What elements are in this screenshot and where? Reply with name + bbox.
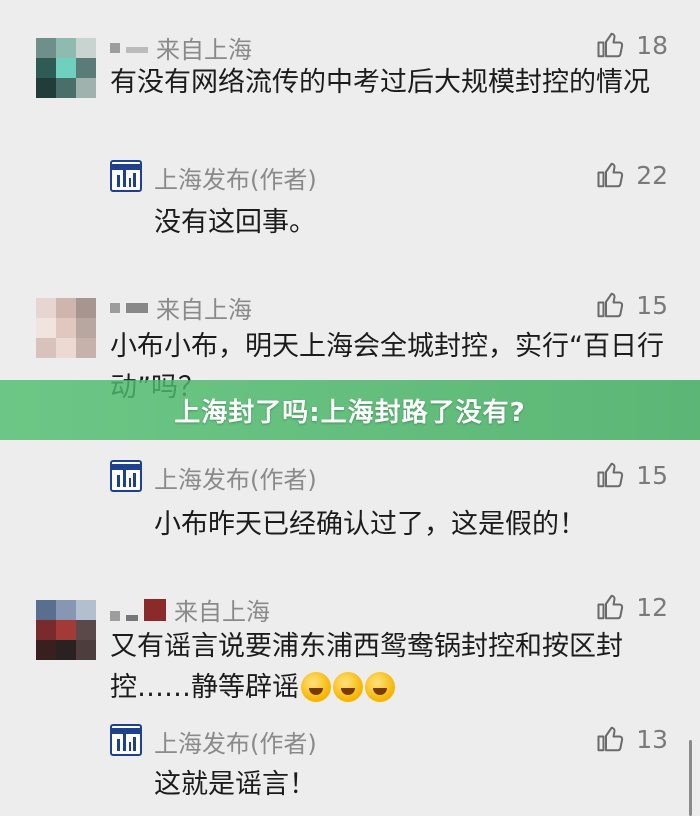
shanghai-fabu-logo-icon[interactable] — [110, 724, 142, 756]
thumbs-up-icon — [597, 594, 624, 620]
location-label: 来自上海 — [174, 598, 270, 626]
avatar[interactable] — [36, 38, 96, 98]
thumbs-up-icon — [597, 726, 624, 752]
reply-like-count: 13 — [636, 724, 668, 754]
avatar[interactable] — [36, 298, 96, 358]
comment-text: 有没有网络流传的中考过后大规模封控的情况 — [110, 67, 650, 98]
comment-3: 来自上海 12 又有谣言说要浦东浦西鸳鸯锅封控和按区封控……静等辟谣 上海发布(… — [0, 562, 700, 816]
crying-laughing-emoji-icon — [365, 672, 395, 702]
blurred-username[interactable] — [110, 42, 148, 53]
comment-text: 又有谣言说要浦东浦西鸳鸯锅封控和按区封控……静等辟谣 — [110, 626, 670, 708]
thumbs-up-icon — [597, 162, 624, 188]
blurred-username[interactable] — [110, 302, 148, 313]
reply-text: 小布昨天已经确认过了，这是假的！ — [154, 509, 586, 540]
blurred-username[interactable] — [110, 598, 166, 621]
thumbs-up-icon — [597, 292, 624, 318]
like-button[interactable]: 12 — [596, 592, 668, 622]
like-count: 15 — [636, 290, 668, 320]
like-button[interactable]: 15 — [596, 290, 668, 320]
reply-text: 没有这回事。 — [154, 207, 316, 238]
thumbs-up-icon — [597, 462, 624, 488]
crying-laughing-emoji-icon — [301, 672, 331, 702]
thumbs-up-icon — [597, 32, 624, 58]
reply-like-button[interactable]: 15 — [596, 460, 668, 490]
scrollbar[interactable] — [689, 740, 692, 816]
reply-like-button[interactable]: 22 — [596, 160, 668, 190]
title-banner: 上海封了吗:上海封路了没有? — [0, 380, 700, 440]
location-label: 来自上海 — [156, 296, 252, 324]
comment-1: 来自上海 18 有没有网络流传的中考过后大规模封控的情况 上海发布(作者) 22… — [0, 0, 700, 250]
reply-like-count: 15 — [636, 460, 668, 490]
commenter-name-row: 来自上海 — [110, 592, 270, 627]
reply-text: 这就是谣言！ — [154, 769, 316, 800]
reply-author[interactable]: 上海发布(作者) — [154, 724, 317, 759]
banner-text: 上海封了吗:上海封路了没有? — [174, 397, 526, 428]
shanghai-fabu-logo-icon[interactable] — [110, 160, 142, 192]
like-count: 18 — [636, 30, 668, 60]
avatar[interactable] — [36, 600, 96, 660]
reply-author[interactable]: 上海发布(作者) — [154, 160, 317, 195]
reply-like-count: 22 — [636, 160, 668, 190]
commenter-name-row: 来自上海 — [110, 290, 252, 325]
reply-author[interactable]: 上海发布(作者) — [154, 460, 317, 495]
like-button[interactable]: 18 — [596, 30, 668, 60]
reply-like-button[interactable]: 13 — [596, 724, 668, 754]
commenter-name-row: 来自上海 — [110, 30, 252, 65]
like-count: 12 — [636, 592, 668, 622]
crying-laughing-emoji-icon — [333, 672, 363, 702]
location-label: 来自上海 — [156, 36, 252, 64]
shanghai-fabu-logo-icon[interactable] — [110, 460, 142, 492]
